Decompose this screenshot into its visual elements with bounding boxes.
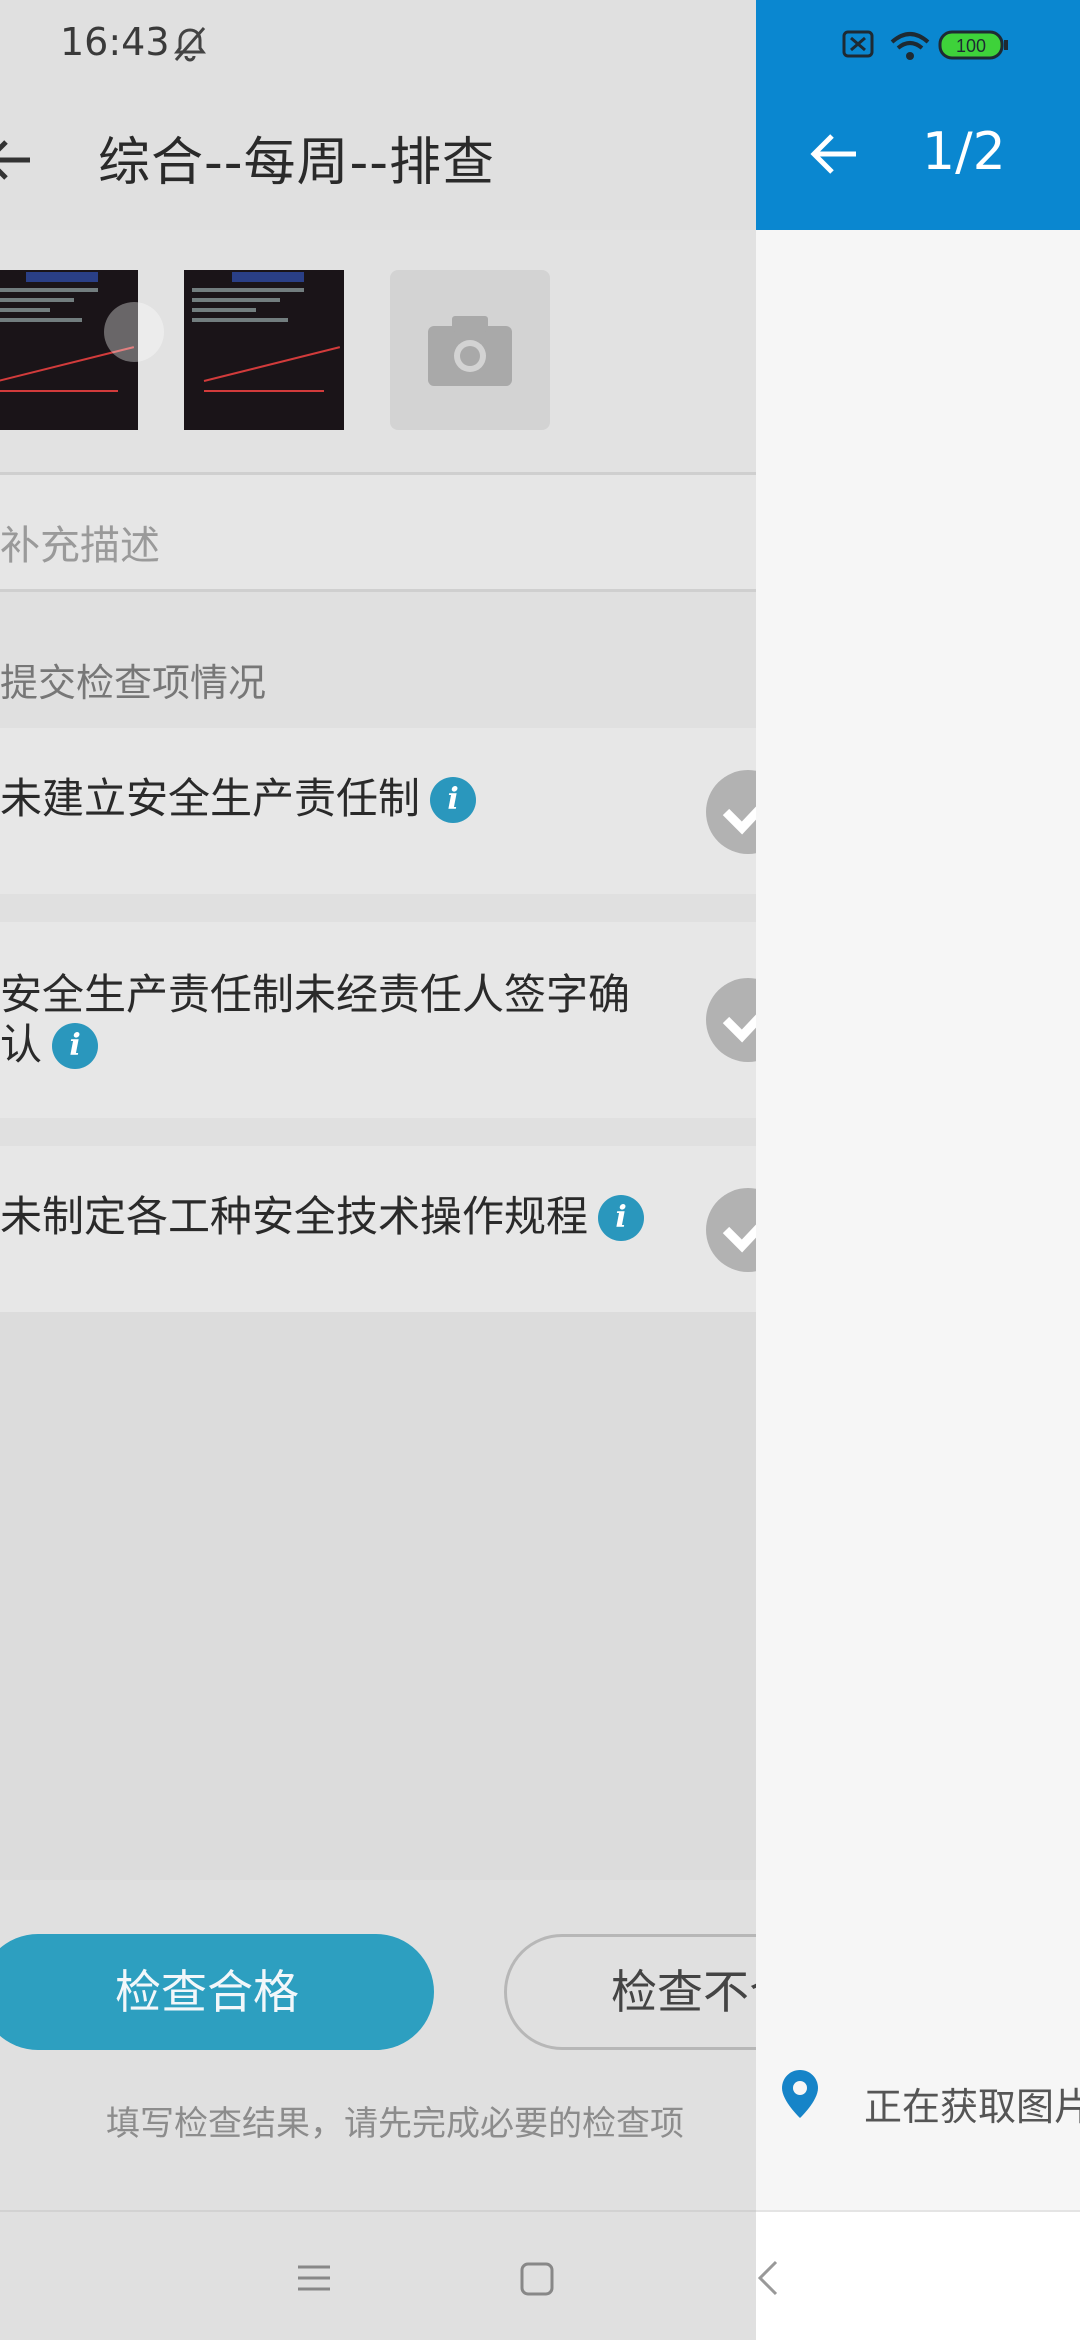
battery-level: 100 [956,36,986,56]
location-text: 正在获取图片地址... [864,2085,1080,2129]
check-toggle[interactable] [706,770,756,854]
check-item[interactable]: 未建立安全生产责任制 i [0,728,756,894]
content-blank-area [0,1312,756,1880]
pass-button[interactable]: 检查合格 [0,1934,434,2050]
status-time: 16:43 [60,20,170,64]
image-viewer-panel: 100 1/2 正在获取图片地址... [756,0,1080,2340]
check-item-label: 未制定各工种安全技术操作规程 i [0,1192,645,1242]
viewer-header: 100 1/2 [756,0,1080,230]
photo-thumbnail[interactable] [184,270,344,430]
system-nav-bar [0,2210,756,2340]
info-icon[interactable]: i [430,777,477,823]
page-title: 综合--每周--排查 [98,133,496,193]
wifi-icon [890,32,930,60]
touch-indicator [104,302,164,362]
checkmark-icon [722,1014,756,1043]
description-input[interactable]: 补充描述 [0,472,756,592]
back-arrow-icon[interactable] [0,130,40,190]
status-icons: 100 [842,30,1008,60]
app-bar: 综合--每周--排查 [0,90,756,230]
home-icon[interactable] [520,2262,554,2296]
checkmark-icon [722,806,756,835]
check-item-label: 安全生产责任制未经责任人签字确 认i [0,970,631,1069]
check-toggle[interactable] [706,978,756,1062]
location-pin-icon [782,2070,818,2118]
no-sim-icon [842,30,874,58]
info-icon[interactable]: i [52,1023,99,1069]
description-placeholder: 补充描述 [0,523,160,569]
section-label: 提交检查项情况 [0,661,267,705]
fail-button[interactable]: 检查不合格 [504,1934,756,2050]
system-nav-bar-right [756,2210,1080,2340]
back-arrow-icon[interactable] [808,124,868,184]
status-bar: 16:43 [0,0,756,90]
info-icon[interactable]: i [598,1195,645,1241]
image-counter: 1/2 [922,122,1006,182]
bell-muted-icon [174,27,206,62]
check-item[interactable]: 安全生产责任制未经责任人签字确 认i [0,922,756,1118]
check-toggle[interactable] [706,1188,756,1272]
check-item[interactable]: 未制定各工种安全技术操作规程 i [0,1146,756,1312]
add-photo-button[interactable] [390,270,550,430]
menu-icon[interactable] [298,2264,330,2292]
checkmark-icon [722,1224,756,1253]
location-row: 正在获取图片地址... [780,2068,1080,2129]
hint-text: 填写检查结果，请先完成必要的检查项 [106,2104,684,2144]
back-nav-icon[interactable] [756,2258,780,2298]
check-item-label: 未建立安全生产责任制 i [0,774,477,824]
camera-icon [428,316,512,386]
inspection-screen: 16:43 综合--每周--排查 补充描述 提交检查项情况 未建立安全生产责任制… [0,0,756,2340]
